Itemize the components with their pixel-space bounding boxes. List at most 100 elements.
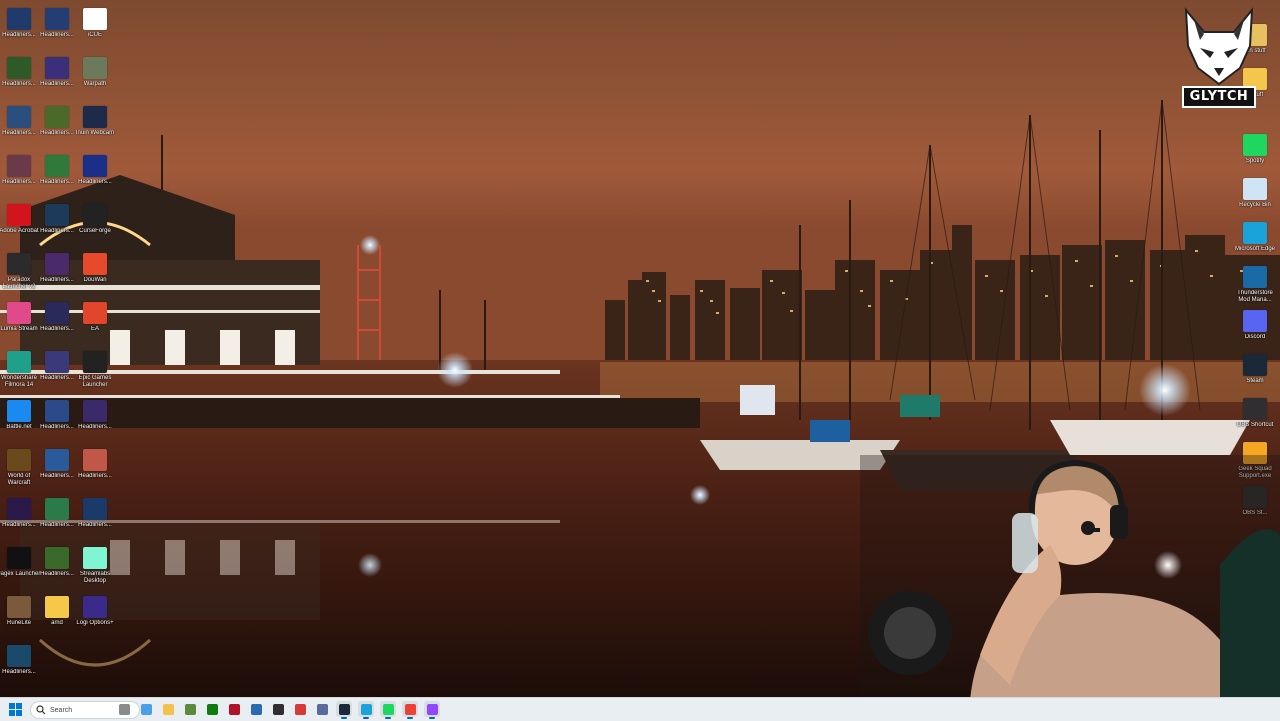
desktop-icon-headliners[interactable]: Headliners...	[36, 447, 78, 493]
desktop-icon-logi-options[interactable]: Logi Options+	[74, 594, 116, 640]
obs-app-button[interactable]	[270, 701, 286, 717]
xbox-app-button[interactable]	[204, 701, 220, 717]
curseforge-icon	[83, 204, 107, 226]
desktop-icon-headliners[interactable]: Headliners...	[36, 6, 78, 52]
desktop-icon-jagex-launcher[interactable]: Jagex Launcher	[0, 545, 40, 591]
desktop-icon-label: Headliners...	[78, 424, 112, 430]
desktop-icon-headliners[interactable]: Headliners...	[74, 496, 116, 542]
vpn-app-icon	[316, 703, 328, 715]
desktop-icon-spotify[interactable]: Spotify	[1234, 132, 1276, 178]
desktop-icon-obs-shortcut[interactable]: OBS Shortcut	[1234, 396, 1276, 442]
desktop-icon-wondershare-filmora-14[interactable]: Wondershare Filmora 14	[0, 349, 40, 395]
copilot-app-button[interactable]	[138, 701, 154, 717]
desktop-icon-curseforge[interactable]: CurseForge	[74, 202, 116, 248]
desktop-icon-headliners[interactable]: Headliners...	[0, 104, 40, 150]
desktop-icon-headliners[interactable]: Headliners...	[74, 398, 116, 444]
desktop-icon-recycle-bin[interactable]: Recycle Bin	[1234, 176, 1276, 222]
minecraft-app-button[interactable]	[182, 701, 198, 717]
desktop-icon-headliners[interactable]: Headliners...	[0, 153, 40, 199]
logi-options-icon	[83, 596, 107, 618]
desktop-icon-thunderstore-mod-mana[interactable]: Thunderstore Mod Mana...	[1234, 264, 1276, 310]
desktop-icon-discord[interactable]: Discord	[1234, 308, 1276, 354]
desktop-icon-headliners[interactable]: Headliners...	[36, 398, 78, 444]
desktop-icon-headliners[interactable]: Headliners...	[36, 251, 78, 297]
desktop-icon-headliners[interactable]: Headliners...	[36, 349, 78, 395]
chrome-app-icon	[404, 703, 416, 715]
taskbar: Search	[0, 697, 1280, 721]
desktop-icon-label: Recycle Bin	[1239, 202, 1271, 208]
edge-app-icon	[360, 703, 372, 715]
desktop-icon-headliners[interactable]: Headliners...	[36, 300, 78, 346]
headliners-icon	[7, 498, 31, 520]
desktop-icon-streamlabs-desktop[interactable]: Streamlabs Desktop	[74, 545, 116, 591]
steam-app-button[interactable]	[336, 701, 352, 719]
desktop-icon-headliners[interactable]: Headliners...	[36, 153, 78, 199]
desktop-icon-headliners[interactable]: Headliners...	[0, 496, 40, 542]
photos-app-button[interactable]	[248, 701, 264, 717]
desktop-icon-label: Warpath	[83, 81, 107, 87]
desktop-icon-headliners[interactable]: Headliners...	[36, 55, 78, 101]
desktop-icon-label: Logi Options+	[76, 620, 114, 626]
desktop-icon-ea[interactable]: EA	[74, 300, 116, 346]
adobe-app-icon	[228, 703, 240, 715]
desktop-icon-paradox-launcher-v2[interactable]: Paradox Launcher v2	[0, 251, 40, 297]
desktop-icon-headliners[interactable]: Headliners...	[0, 6, 40, 52]
desktop-icon-label: Thunderstore Mod Mana...	[1237, 290, 1273, 303]
headliners-icon	[7, 57, 31, 79]
screen-tool-app-button[interactable]	[292, 701, 308, 717]
file-explorer-app-button[interactable]	[160, 701, 176, 717]
desktop-icon-battle-net[interactable]: Battle.net	[0, 398, 40, 444]
desktop-icon-headliners[interactable]: Headliners...	[74, 153, 116, 199]
desktop-icon-steam[interactable]: Steam	[1234, 352, 1276, 398]
desktop-icon-label: Discord	[1244, 334, 1266, 340]
headliners-icon	[83, 498, 107, 520]
desktop-icon-headliners[interactable]: Headliners...	[36, 545, 78, 591]
jagex-launcher-icon	[7, 547, 31, 569]
headliners-icon	[45, 302, 69, 324]
desktop-icon-runelite[interactable]: RuneLite	[0, 594, 40, 640]
screen-tool-app-icon	[294, 703, 306, 715]
desktop-icon-headliners[interactable]: Headliners...	[74, 447, 116, 493]
desktop-icon-headliners[interactable]: Headliners...	[0, 643, 40, 689]
desktop-icon-headliners[interactable]: Headliners...	[0, 55, 40, 101]
desktop-icon-adobe-acrobat[interactable]: Adobe Acrobat	[0, 202, 40, 248]
microsoft-edge-icon	[1243, 222, 1267, 244]
desktop-icon-epic-games-launcher[interactable]: Epic Games Launcher	[74, 349, 116, 395]
desktop-icon-label: CurseForge	[79, 228, 111, 234]
headliners-icon	[45, 57, 69, 79]
desktop-icon-world-of-warcraft[interactable]: World of Warcraft	[0, 447, 40, 493]
desktop-icon-label: Epic Games Launcher	[78, 375, 112, 388]
headliners-icon	[7, 8, 31, 30]
headliners-icon	[45, 253, 69, 275]
adobe-acrobat-icon	[7, 204, 31, 226]
desktop-icon-inuin-webcam[interactable]: Inuin Webcam	[74, 104, 116, 150]
desktop-icon-warpath[interactable]: Warpath	[74, 55, 116, 101]
search-icon	[36, 705, 46, 715]
headliners-icon	[45, 8, 69, 30]
twitch-studio-app-button[interactable]	[424, 701, 440, 719]
desktop-icon-headliners[interactable]: Headliners...	[36, 104, 78, 150]
ea-icon	[83, 302, 107, 324]
desktop-icon-label: Streamlabs Desktop	[79, 571, 111, 584]
desktop-icon-amd[interactable]: amd	[36, 594, 78, 640]
adobe-app-button[interactable]	[226, 701, 242, 717]
desktop-icon-headliners[interactable]: Headliners...	[36, 202, 78, 248]
desktop-icon-microsoft-edge[interactable]: Microsoft Edge	[1234, 220, 1276, 266]
desktop-icon-icue[interactable]: iCUE	[74, 6, 116, 52]
desktop-icon-douwan[interactable]: DouWan	[74, 251, 116, 297]
spotify-app-button[interactable]	[380, 701, 396, 719]
chrome-app-button[interactable]	[402, 701, 418, 719]
inuin-webcam-icon	[83, 106, 107, 128]
vpn-app-button[interactable]	[314, 701, 330, 717]
edge-app-button[interactable]	[358, 701, 374, 719]
paradox-launcher-v2-icon	[7, 253, 31, 275]
recycle-bin-icon	[1243, 178, 1267, 200]
desktop-icon-headliners[interactable]: Headliners...	[36, 496, 78, 542]
widgets-app-button[interactable]	[116, 701, 132, 717]
world-of-warcraft-icon	[7, 449, 31, 471]
desktop-icon-label: Headliners...	[2, 669, 36, 675]
spotify-app-icon	[382, 703, 394, 715]
start-button[interactable]	[7, 701, 24, 718]
desktop-icon-lumia-stream[interactable]: Lumia Stream	[0, 300, 40, 346]
desktop-icon-label: Headliners...	[78, 473, 112, 479]
